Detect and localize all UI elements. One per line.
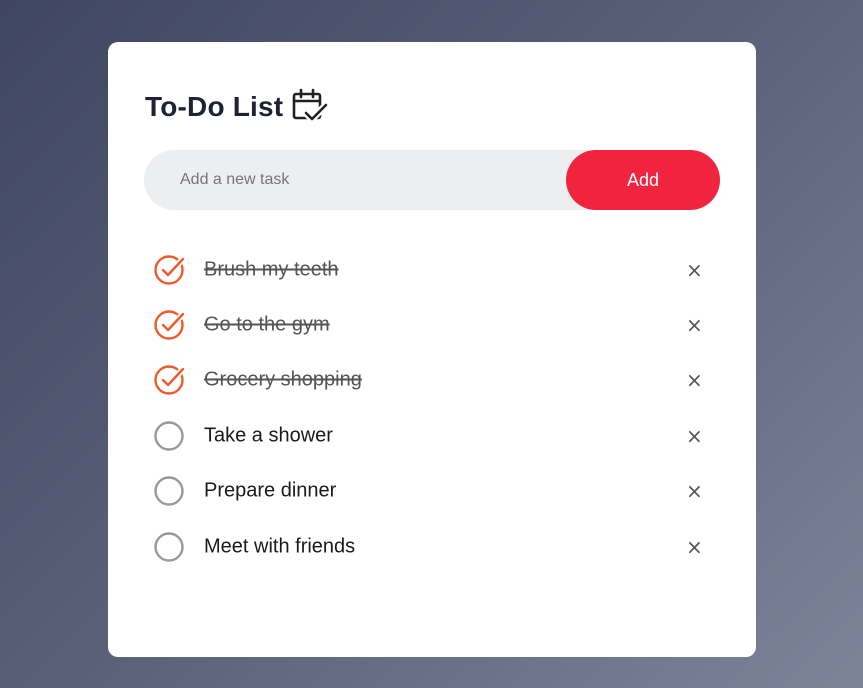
unchecked-circle-icon[interactable] — [153, 531, 185, 563]
checked-circle-icon[interactable] — [153, 254, 185, 286]
task-item[interactable]: Brush my teeth × — [144, 242, 720, 297]
todo-card: To-Do List Add Brush my teeth×Go to the … — [108, 42, 756, 657]
task-item[interactable]: Go to the gym × — [144, 297, 720, 352]
calendar-check-icon — [293, 88, 329, 123]
task-label: Grocery shopping — [204, 368, 362, 391]
task-item[interactable]: Meet with friends × — [144, 519, 720, 574]
add-button[interactable]: Add — [566, 150, 720, 210]
unchecked-circle-icon[interactable] — [153, 420, 185, 452]
header: To-Do List — [145, 88, 329, 126]
task-label: Brush my teeth — [204, 258, 339, 281]
unchecked-circle-icon[interactable] — [153, 475, 185, 507]
task-label: Meet with friends — [204, 535, 356, 558]
delete-icon[interactable]: × — [686, 258, 703, 282]
delete-icon[interactable]: × — [686, 368, 703, 392]
delete-icon[interactable]: × — [686, 313, 703, 337]
delete-icon[interactable]: × — [686, 479, 703, 503]
delete-icon[interactable]: × — [686, 424, 703, 448]
checked-circle-icon[interactable] — [153, 364, 185, 396]
task-input[interactable] — [144, 150, 564, 210]
task-list: Brush my teeth × Go to the gym × Grocery sho… — [144, 242, 720, 574]
checked-circle-icon[interactable] — [153, 309, 185, 341]
task-item[interactable]: Prepare dinner × — [144, 464, 720, 519]
task-item[interactable]: Grocery shopping × — [144, 353, 720, 408]
task-label: Take a shower — [204, 424, 333, 447]
add-task-row: Add — [144, 150, 720, 210]
task-item[interactable]: Take a shower × — [144, 408, 720, 463]
page-title: To-Do List — [145, 91, 284, 122]
task-label: Go to the gym — [204, 313, 330, 336]
task-label: Prepare dinner — [204, 479, 337, 502]
delete-icon[interactable]: × — [686, 535, 703, 559]
